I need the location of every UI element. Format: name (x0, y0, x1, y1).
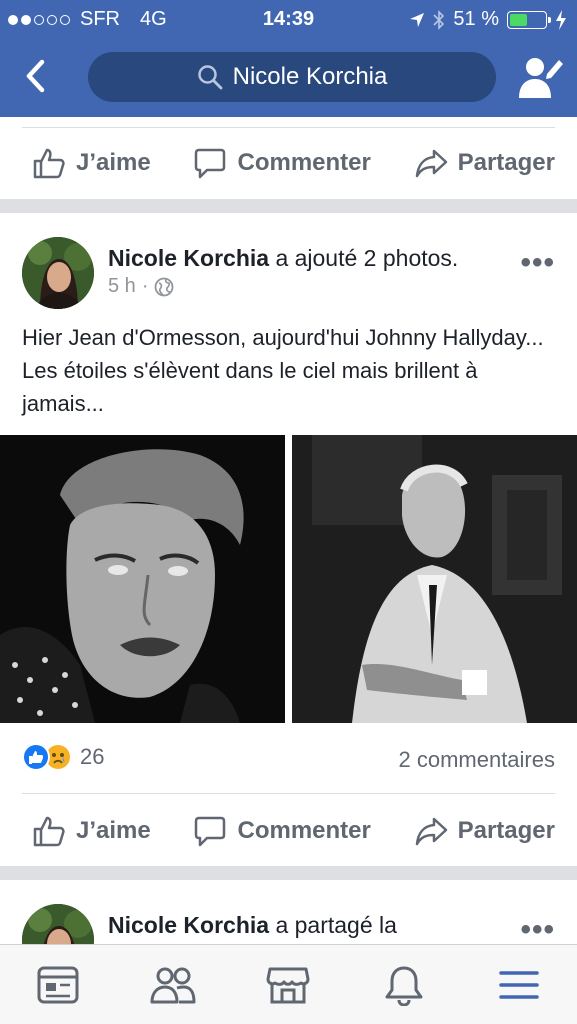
like-button[interactable]: J’aime (32, 814, 151, 848)
comment-label: Commenter (237, 817, 371, 844)
feed-post: Nicole Korchia a ajouté 2 photos. 5 h · … (0, 213, 577, 866)
divider (22, 127, 555, 128)
post-header: Nicole Korchia a ajouté 2 photos. 5 h · … (22, 237, 555, 309)
share-button[interactable]: Partager (414, 814, 555, 848)
search-query: Nicole Korchia (232, 63, 388, 90)
app-header: SFR 4G 14:39 51 % Nicole Korchia (0, 0, 577, 117)
comment-button[interactable]: Commenter (193, 146, 371, 180)
chevron-left-icon (26, 59, 45, 93)
menu-icon (499, 970, 539, 999)
bottom-tab-bar (0, 944, 577, 1024)
charging-icon (556, 9, 566, 30)
comment-button[interactable]: Commenter (193, 814, 371, 848)
divider (22, 793, 555, 794)
more-options-icon[interactable]: ••• (520, 248, 555, 278)
comment-label: Commenter (237, 149, 371, 176)
search-icon (197, 65, 223, 90)
thumbs-up-icon (33, 816, 65, 847)
meta-separator: · (141, 275, 149, 297)
previous-post-footer: J’aime Commenter Partager (0, 117, 577, 199)
like-label: J’aime (76, 817, 151, 844)
notifications-icon (385, 966, 423, 1006)
news-feed-icon (37, 966, 79, 1003)
bluetooth-icon (433, 9, 445, 30)
battery-percent: 51 % (453, 8, 499, 30)
back-button[interactable] (22, 58, 52, 94)
action-bar: J’aime Commenter Partager (0, 801, 577, 861)
tab-notifications[interactable] (374, 955, 434, 1015)
post-text: Hier Jean d'Ormesson, aujourd'hui Johnny… (22, 325, 544, 416)
post-author-line: Nicole Korchia a ajouté 2 photos. (108, 245, 458, 272)
tab-news-feed[interactable] (28, 955, 88, 1015)
post-photo-2[interactable] (292, 435, 577, 723)
tab-friends[interactable] (143, 955, 203, 1015)
reaction-summary[interactable]: 26 (22, 743, 104, 771)
profile-edit-button[interactable] (517, 54, 565, 100)
comment-icon (195, 148, 226, 179)
photo-portrait-1 (0, 435, 285, 723)
tab-menu[interactable] (489, 955, 549, 1015)
comments-count-link[interactable]: 2 commentaires (398, 747, 555, 773)
status-right: 51 % (409, 8, 567, 31)
share-label: Partager (457, 817, 555, 844)
photo-portrait-2 (292, 435, 577, 723)
action-bar: J’aime Commenter Partager (0, 133, 577, 193)
more-options-icon[interactable]: ••• (520, 915, 555, 945)
like-label: J’aime (76, 149, 151, 176)
avatar-image (22, 237, 94, 309)
post-author-line: Nicole Korchia a partagé la (108, 912, 397, 939)
share-icon (415, 149, 447, 178)
avatar[interactable] (22, 237, 94, 309)
search-field[interactable]: Nicole Korchia (88, 52, 496, 102)
marketplace-icon (266, 967, 310, 1003)
like-button[interactable]: J’aime (32, 146, 151, 180)
post-action-text: a ajouté 2 photos. (275, 245, 459, 271)
post-photo-1[interactable] (0, 435, 285, 723)
thumbs-up-icon (33, 148, 65, 179)
share-icon (415, 817, 447, 846)
author-name[interactable]: Nicole Korchia (108, 245, 269, 271)
author-name[interactable]: Nicole Korchia (108, 912, 269, 938)
post-meta: 5 h · (108, 275, 174, 298)
tab-marketplace[interactable] (258, 955, 318, 1015)
location-icon (410, 12, 425, 27)
post-time[interactable]: 5 h (108, 275, 136, 298)
friends-icon (150, 967, 196, 1003)
like-reaction-icon (22, 743, 50, 771)
share-label: Partager (457, 149, 555, 176)
status-bar: SFR 4G 14:39 51 % (0, 0, 577, 38)
globe-icon (155, 277, 174, 296)
share-button[interactable]: Partager (414, 146, 555, 180)
edit-profile-icon (519, 58, 563, 98)
post-action-text: a partagé la (275, 912, 397, 938)
comment-icon (195, 816, 226, 847)
reaction-count: 26 (80, 744, 105, 769)
battery-icon (507, 10, 551, 29)
